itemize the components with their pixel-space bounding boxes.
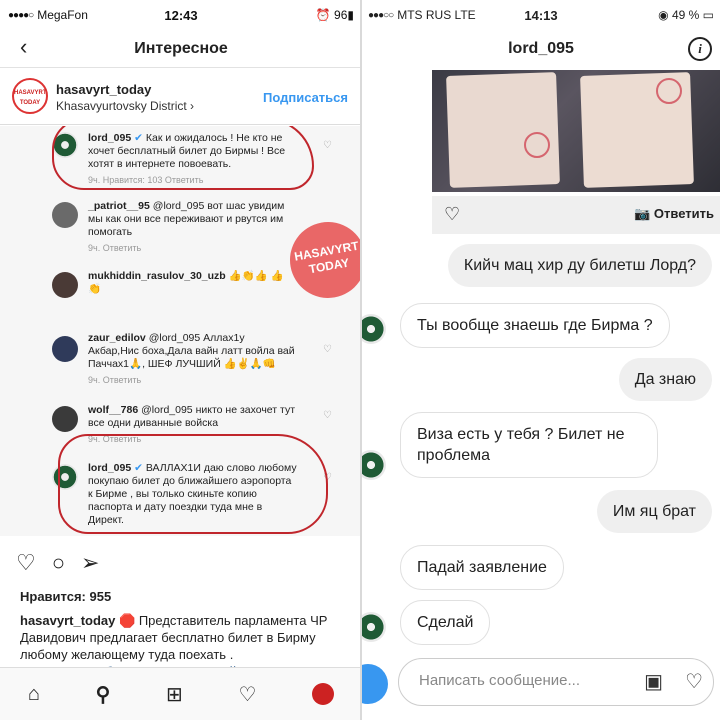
heart-icon[interactable]: ♡	[323, 344, 332, 355]
follow-button[interactable]: Подписаться	[263, 90, 348, 105]
heart-icon[interactable]: ♡	[238, 682, 256, 707]
add-post-icon[interactable]: ⊞	[166, 682, 183, 707]
stamp	[524, 132, 550, 158]
post-actions: ♡ ○ ➢	[16, 550, 99, 576]
comment-user[interactable]: mukhiddin_rasulov_30_uzb	[88, 270, 226, 282]
instagram-post-pane: ●●●●○ MegaFon 12:43 ⏰ 96▮ ‹ Интересное H…	[0, 0, 362, 720]
message-outgoing[interactable]: Да знаю	[618, 358, 712, 401]
avatar[interactable]	[312, 683, 335, 705]
nav-bar: ‹ Интересное	[0, 30, 362, 68]
chat-title[interactable]: lord_095	[508, 40, 574, 58]
message-incoming[interactable]: Падай заявление	[400, 545, 564, 590]
message-outgoing[interactable]: Им яц брат	[596, 490, 712, 533]
avatar	[52, 272, 78, 298]
message-outgoing[interactable]: Кийч мац хир ду билетш Лорд?	[447, 244, 712, 287]
comment-icon[interactable]: ○	[52, 550, 65, 576]
comments-screenshot: lord_095 ✔ Как и ожидалось ! Не кто не х…	[0, 126, 362, 536]
heart-icon[interactable]: ♡	[444, 204, 460, 225]
highlight-circle	[52, 126, 314, 190]
camera-icon: 📷	[634, 206, 651, 221]
share-icon[interactable]: ➢	[81, 550, 99, 576]
passport-page	[446, 72, 560, 188]
post-header: HASAVYRT TODAY hasavyrt_today Khasavyurt…	[0, 70, 362, 125]
passport-photo[interactable]	[432, 70, 720, 192]
message-incoming[interactable]: Сделай	[400, 600, 491, 645]
search-icon[interactable]: ⚲	[96, 682, 111, 707]
message-incoming[interactable]: Виза есть у тебя ? Билет не проблема	[400, 412, 658, 478]
message-input[interactable]: Написать сообщение... ▣ ♡	[398, 658, 714, 706]
comment-meta: 9ч. Ответить	[88, 243, 142, 253]
stamp	[656, 78, 682, 104]
message-input-placeholder: Написать сообщение...	[419, 672, 581, 689]
highlight-circle	[58, 434, 328, 534]
heart-icon[interactable]: ♡	[16, 550, 36, 576]
avatar[interactable]	[362, 612, 386, 642]
avatar	[52, 202, 78, 228]
avatar	[52, 406, 78, 432]
direct-chat-pane: ●●●○○ MTS RUS LTE 14:13 ◉ 49 % ▭ lord_09…	[362, 0, 720, 720]
tab-bar: ⌂ ⚲ ⊞ ♡	[0, 667, 362, 720]
comment-user[interactable]: wolf__786	[88, 404, 138, 416]
camera-button[interactable]	[362, 664, 388, 704]
post-location[interactable]: Khasavyurtovsky District ›	[56, 99, 194, 113]
clock: 12:43	[164, 7, 198, 23]
page-title: Интересное	[134, 39, 228, 57]
clock: 14:13	[524, 7, 558, 23]
status-bar: ●●●○○ MTS RUS LTE 14:13 ◉ 49 % ▭	[362, 0, 720, 30]
reply-button[interactable]: 📷 Ответить	[634, 206, 714, 222]
comment-meta: 9ч. Ответить	[88, 375, 142, 385]
status-bar: ●●●●○ MegaFon 12:43 ⏰ 96▮	[0, 0, 362, 30]
avatar	[52, 336, 78, 362]
heart-icon[interactable]: ♡	[323, 410, 332, 421]
avatar[interactable]: HASAVYRT TODAY	[12, 78, 48, 114]
message-incoming[interactable]: Ты вообще знаешь где Бирма ?	[400, 303, 670, 348]
home-icon[interactable]: ⌂	[28, 683, 40, 706]
avatar[interactable]	[362, 450, 386, 480]
gallery-icon[interactable]: ▣	[644, 669, 663, 694]
heart-icon[interactable]: ♡	[323, 140, 332, 151]
likes-count[interactable]: Нравится: 955	[20, 589, 111, 604]
nav-bar: lord_095 i	[362, 30, 720, 68]
photo-actions: ♡ 📷 Ответить	[432, 196, 720, 234]
caption-user[interactable]: hasavyrt_today	[20, 613, 115, 628]
comment-user[interactable]: _patriot__95	[88, 200, 150, 212]
heart-icon[interactable]: ♡	[685, 669, 703, 694]
info-icon[interactable]: i	[688, 37, 712, 61]
avatar[interactable]	[362, 314, 386, 344]
comment-user[interactable]: zaur_edilov	[88, 332, 146, 344]
post-username[interactable]: hasavyrt_today	[56, 82, 151, 97]
back-arrow-icon[interactable]: ‹	[20, 34, 27, 60]
